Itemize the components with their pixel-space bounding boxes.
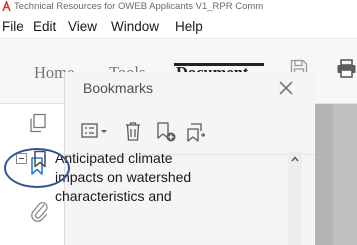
- expand-bookmark-icon[interactable]: [185, 121, 207, 143]
- menu-edit[interactable]: Edit: [33, 19, 56, 34]
- acrobat-app-icon: [2, 1, 11, 12]
- options-menu-icon[interactable]: [81, 122, 109, 142]
- title-bar: Technical Resources for OWEB Applicants …: [0, 0, 357, 14]
- menu-view[interactable]: View: [68, 19, 97, 34]
- menu-file[interactable]: File: [2, 19, 24, 34]
- new-bookmark-icon[interactable]: [155, 121, 177, 143]
- print-icon[interactable]: [336, 58, 357, 79]
- annotation-highlight-circle: [4, 148, 70, 188]
- delete-bookmark-icon[interactable]: [124, 121, 142, 142]
- document-page[interactable]: [333, 104, 357, 245]
- bookmark-tools: [65, 112, 316, 152]
- menu-help[interactable]: Help: [175, 19, 203, 34]
- window-title: Technical Resources for OWEB Applicants …: [14, 1, 264, 12]
- close-icon[interactable]: [276, 78, 296, 98]
- menu-window[interactable]: Window: [111, 19, 159, 34]
- bookmark-label: Anticipated climate impacts on watershed…: [55, 150, 192, 204]
- menu-bar: File Edit View Window Help: [0, 14, 357, 38]
- panel-title: Bookmarks: [83, 80, 154, 96]
- scroll-up-arrow-icon[interactable]: [290, 155, 300, 163]
- active-tab-indicator: [174, 63, 264, 66]
- pages-icon[interactable]: [27, 112, 49, 134]
- bookmarks-scrollbar[interactable]: [288, 152, 302, 245]
